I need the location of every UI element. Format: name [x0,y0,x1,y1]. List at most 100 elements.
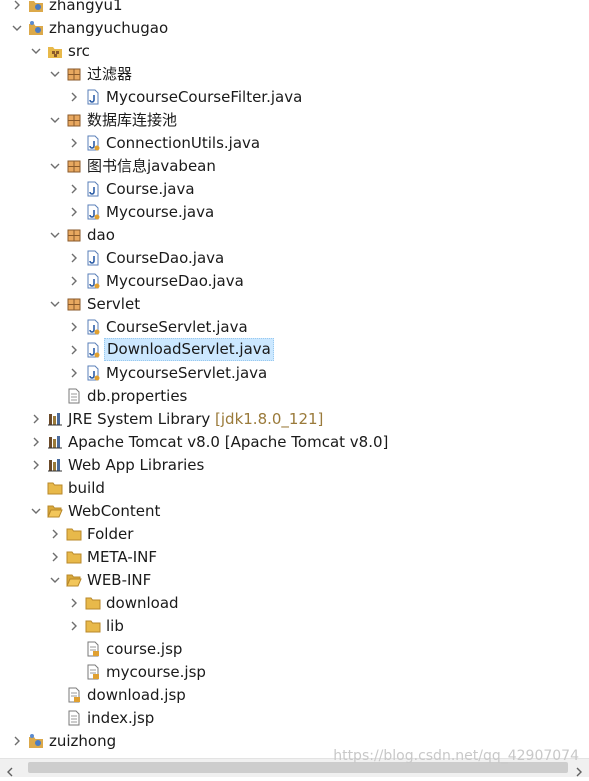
scroll-right-icon[interactable] [574,763,584,777]
tree-item-label: Apache Tomcat v8.0 [Apache Tomcat v8.0] [68,433,389,451]
tree-row-java-file[interactable]: ConnectionUtils.java [0,132,589,155]
package-icon [66,112,82,128]
chevron-down-icon[interactable] [50,299,60,309]
tree-row-library[interactable]: Apache Tomcat v8.0 [Apache Tomcat v8.0] [0,431,589,454]
chevron-right-icon[interactable] [31,414,41,424]
tree-item-label: dao [87,226,115,244]
package-icon [66,296,82,312]
tree-row-folder[interactable]: download [0,592,589,615]
chevron-right-icon[interactable] [69,276,79,286]
chevron-down-icon[interactable] [50,575,60,585]
chevron-right-icon[interactable] [69,253,79,263]
tree-row-zhangyu1[interactable]: zhangyu1 [0,0,589,17]
tree-item-label: Mycourse.java [106,203,215,221]
tree-row-zhangyuchugao[interactable]: zhangyuchugao [0,17,589,40]
chevron-down-icon[interactable] [12,23,22,33]
scroll-left-icon[interactable] [5,763,15,777]
jsp-file-icon [85,641,101,657]
chevron-right-icon[interactable] [50,552,60,562]
tree-item-label: CourseServlet.java [106,318,248,336]
chevron-right-icon[interactable] [69,322,79,332]
tree-row-folder[interactable]: build [0,477,589,500]
tree-row-folder[interactable]: WEB-INF [0,569,589,592]
chevron-right-icon[interactable] [69,598,79,608]
jsp-file-icon [85,664,101,680]
chevron-right-icon[interactable] [69,368,79,378]
tree-row-java-file[interactable]: MycourseServlet.java [0,362,589,385]
chevron-right-icon[interactable] [12,0,22,10]
tree-row-package[interactable]: 数据库连接池 [0,109,589,132]
tree-item-label: MycourseDao.java [106,272,244,290]
tree-row-folder[interactable]: META-INF [0,546,589,569]
tree-row-folder[interactable]: lib [0,615,589,638]
package-icon [66,227,82,243]
tree-item-label: ConnectionUtils.java [106,134,261,152]
tree-row-library[interactable]: Web App Libraries [0,454,589,477]
chevron-right-icon[interactable] [31,437,41,447]
tree-row-jsp-file[interactable]: index.jsp [0,707,589,730]
library-decoration: [jdk1.8.0_121] [215,410,324,428]
chevron-right-icon[interactable] [69,621,79,631]
project-explorer-tree: zhangyu1 zhangyuchugao src 过滤器 MycourseC… [0,0,589,758]
tree-row-java-file[interactable]: CourseDao.java [0,247,589,270]
tree-row-folder[interactable]: Folder [0,523,589,546]
chevron-down-icon[interactable] [31,506,41,516]
chevron-right-icon[interactable] [69,138,79,148]
java-file-icon [85,181,101,197]
chevron-down-icon[interactable] [50,161,60,171]
tree-row-src[interactable]: src [0,40,589,63]
java-file-icon [85,273,101,289]
java-file-icon [85,135,101,151]
chevron-right-icon[interactable] [69,184,79,194]
tree-row-jsp-file[interactable]: mycourse.jsp [0,661,589,684]
tree-row-package[interactable]: 过滤器 [0,63,589,86]
tree-item-label: download.jsp [87,686,186,704]
tree-row-java-file[interactable]: MycourseDao.java [0,270,589,293]
tree-item-label: index.jsp [87,709,155,727]
properties-file-icon [66,388,82,404]
java-file-icon [85,365,101,381]
tree-item-label: WebContent [68,502,161,520]
tree-row-java-file-selected[interactable]: DownloadServlet.java [0,338,589,362]
chevron-right-icon[interactable] [31,460,41,470]
jsp-file-icon [66,687,82,703]
tree-item-label: zhangyuchugao [49,19,169,37]
tree-row-properties-file[interactable]: db.properties [0,385,589,408]
tree-row-folder[interactable]: WebContent [0,500,589,523]
library-name: JRE System Library [68,410,211,428]
tree-row-java-file[interactable]: MycourseCourseFilter.java [0,86,589,109]
library-icon [47,457,63,473]
chevron-down-icon[interactable] [50,115,60,125]
chevron-right-icon[interactable] [69,92,79,102]
tree-item-label: JRE System Library [jdk1.8.0_121] [66,408,325,431]
tree-row-package[interactable]: 图书信息javabean [0,155,589,178]
chevron-down-icon[interactable] [50,69,60,79]
chevron-right-icon[interactable] [12,736,22,746]
tree-row-java-file[interactable]: Course.java [0,178,589,201]
library-icon [47,411,63,427]
folder-icon [66,526,82,542]
folder-icon [85,618,101,634]
tree-item-label: Course.java [106,180,195,198]
java-file-icon [85,89,101,105]
chevron-right-icon[interactable] [50,529,60,539]
folder-icon [66,549,82,565]
tree-row-jsp-file[interactable]: course.jsp [0,638,589,661]
package-icon [66,158,82,174]
source-folder-icon [47,43,63,59]
chevron-right-icon[interactable] [69,345,79,355]
jsp-file-icon [66,710,82,726]
chevron-right-icon[interactable] [69,207,79,217]
java-file-icon [85,342,101,358]
tree-item-label: DownloadServlet.java [104,338,274,361]
tree-row-jsp-file[interactable]: download.jsp [0,684,589,707]
tree-row-package[interactable]: Servlet [0,293,589,316]
tree-row-java-file[interactable]: Mycourse.java [0,201,589,224]
chevron-down-icon[interactable] [50,230,60,240]
tree-row-package[interactable]: dao [0,224,589,247]
tree-row-library[interactable]: JRE System Library [jdk1.8.0_121] [0,408,589,431]
folder-open-icon [47,503,63,519]
tree-row-java-file[interactable]: CourseServlet.java [0,316,589,339]
chevron-down-icon[interactable] [31,46,41,56]
package-icon [66,66,82,82]
